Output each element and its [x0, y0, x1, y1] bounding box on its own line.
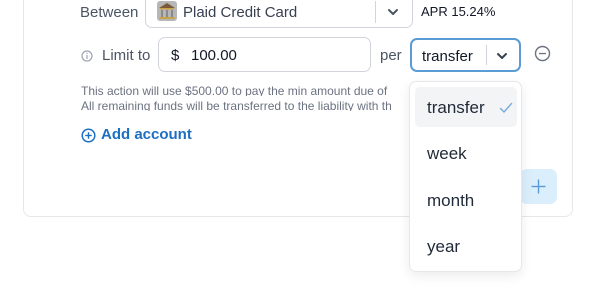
currency-symbol: $ [171, 47, 180, 64]
option-label: year [427, 237, 461, 256]
help-text-line2: All remaining funds will be transferred … [81, 99, 392, 111]
option-label: transfer [427, 98, 485, 117]
help-text-line1: This action will use $500.00 to pay the … [81, 84, 388, 96]
remove-limit-icon[interactable] [534, 45, 551, 67]
limit-label: Limit to [102, 47, 151, 64]
plus-circle-icon [81, 128, 96, 148]
plus-icon [531, 179, 546, 194]
between-label: Between [80, 4, 139, 21]
select-divider [375, 1, 376, 23]
per-label: per [380, 47, 402, 64]
info-icon [81, 49, 93, 67]
option-month[interactable]: month [415, 180, 517, 220]
option-label: month [427, 191, 475, 210]
limit-amount-input[interactable]: $ 100.00 [158, 37, 371, 72]
limit-amount-value[interactable]: 100.00 [191, 47, 237, 64]
per-period-dropdown: transfer week month year [409, 81, 522, 272]
option-transfer[interactable]: transfer [415, 87, 517, 127]
select-divider [486, 45, 487, 65]
help-text-line1-wrap: This action will use $500.00 to pay the … [81, 82, 411, 96]
per-period-value: transfer [422, 48, 473, 65]
option-label: week [427, 144, 467, 163]
option-week[interactable]: week [415, 133, 517, 173]
account-name: Plaid Credit Card [183, 4, 298, 21]
chevron-down-icon[interactable] [495, 49, 509, 68]
help-text-line2-wrap: All remaining funds will be transferred … [81, 97, 411, 111]
check-icon [499, 101, 513, 119]
chevron-down-icon[interactable] [386, 5, 400, 24]
account-select[interactable]: Plaid Credit Card [145, 0, 413, 28]
apr-text: APR 15.24% [421, 4, 496, 19]
add-rule-button[interactable] [520, 169, 557, 204]
add-account-label: Add account [101, 126, 192, 143]
per-period-select[interactable]: transfer [410, 38, 521, 72]
option-year[interactable]: year [415, 226, 517, 266]
bank-icon [156, 0, 178, 22]
